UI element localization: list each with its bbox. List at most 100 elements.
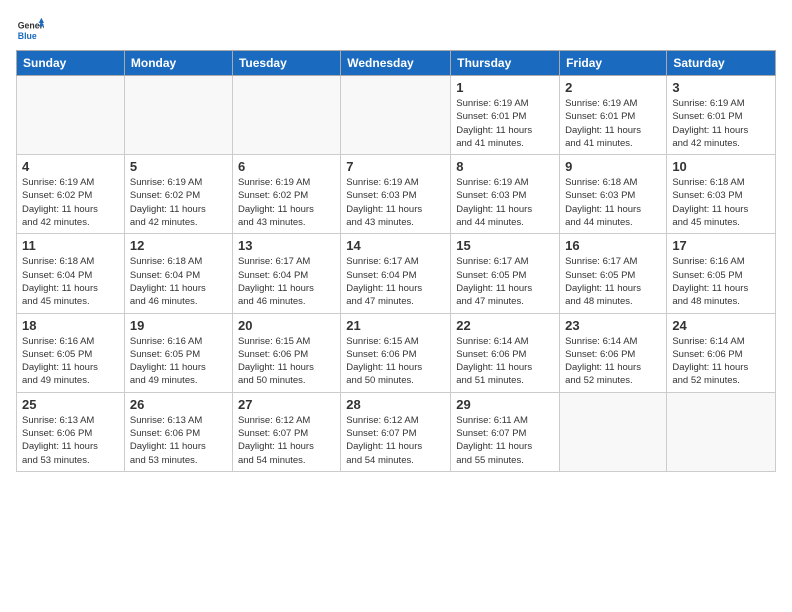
day-info: Sunrise: 6:19 AMSunset: 6:01 PMDaylight:… — [456, 97, 554, 150]
weekday-header-monday: Monday — [124, 51, 232, 76]
day-cell — [124, 76, 232, 155]
day-number: 10 — [672, 159, 770, 174]
day-number: 24 — [672, 318, 770, 333]
day-number: 1 — [456, 80, 554, 95]
day-info: Sunrise: 6:14 AMSunset: 6:06 PMDaylight:… — [672, 335, 770, 388]
day-number: 3 — [672, 80, 770, 95]
day-cell: 1 Sunrise: 6:19 AMSunset: 6:01 PMDaylight… — [451, 76, 560, 155]
day-number: 4 — [22, 159, 119, 174]
day-cell — [232, 76, 340, 155]
day-cell: 26 Sunrise: 6:13 AMSunset: 6:06 PMDayligh… — [124, 392, 232, 471]
day-cell: 3 Sunrise: 6:19 AMSunset: 6:01 PMDaylight… — [667, 76, 776, 155]
day-number: 2 — [565, 80, 661, 95]
weekday-header-thursday: Thursday — [451, 51, 560, 76]
day-number: 7 — [346, 159, 445, 174]
day-info: Sunrise: 6:12 AMSunset: 6:07 PMDaylight:… — [238, 414, 335, 467]
day-info: Sunrise: 6:16 AMSunset: 6:05 PMDaylight:… — [130, 335, 227, 388]
day-cell: 8 Sunrise: 6:19 AMSunset: 6:03 PMDaylight… — [451, 155, 560, 234]
weekday-header-tuesday: Tuesday — [232, 51, 340, 76]
day-info: Sunrise: 6:18 AMSunset: 6:03 PMDaylight:… — [672, 176, 770, 229]
weekday-header-saturday: Saturday — [667, 51, 776, 76]
day-number: 11 — [22, 238, 119, 253]
header: General Blue — [16, 16, 776, 44]
day-info: Sunrise: 6:17 AMSunset: 6:04 PMDaylight:… — [346, 255, 445, 308]
week-row-1: 1 Sunrise: 6:19 AMSunset: 6:01 PMDaylight… — [17, 76, 776, 155]
week-row-4: 18 Sunrise: 6:16 AMSunset: 6:05 PMDayligh… — [17, 313, 776, 392]
day-number: 16 — [565, 238, 661, 253]
day-info: Sunrise: 6:11 AMSunset: 6:07 PMDaylight:… — [456, 414, 554, 467]
day-cell: 25 Sunrise: 6:13 AMSunset: 6:06 PMDayligh… — [17, 392, 125, 471]
day-cell: 28 Sunrise: 6:12 AMSunset: 6:07 PMDayligh… — [341, 392, 451, 471]
day-info: Sunrise: 6:18 AMSunset: 6:04 PMDaylight:… — [22, 255, 119, 308]
day-info: Sunrise: 6:14 AMSunset: 6:06 PMDaylight:… — [456, 335, 554, 388]
day-number: 13 — [238, 238, 335, 253]
day-info: Sunrise: 6:19 AMSunset: 6:03 PMDaylight:… — [346, 176, 445, 229]
day-number: 14 — [346, 238, 445, 253]
day-info: Sunrise: 6:16 AMSunset: 6:05 PMDaylight:… — [672, 255, 770, 308]
day-info: Sunrise: 6:13 AMSunset: 6:06 PMDaylight:… — [22, 414, 119, 467]
day-number: 29 — [456, 397, 554, 412]
day-cell: 20 Sunrise: 6:15 AMSunset: 6:06 PMDayligh… — [232, 313, 340, 392]
day-number: 17 — [672, 238, 770, 253]
weekday-header-wednesday: Wednesday — [341, 51, 451, 76]
day-number: 23 — [565, 318, 661, 333]
day-cell: 24 Sunrise: 6:14 AMSunset: 6:06 PMDayligh… — [667, 313, 776, 392]
day-cell: 14 Sunrise: 6:17 AMSunset: 6:04 PMDayligh… — [341, 234, 451, 313]
day-cell: 11 Sunrise: 6:18 AMSunset: 6:04 PMDayligh… — [17, 234, 125, 313]
day-cell — [560, 392, 667, 471]
day-cell: 12 Sunrise: 6:18 AMSunset: 6:04 PMDayligh… — [124, 234, 232, 313]
day-cell: 19 Sunrise: 6:16 AMSunset: 6:05 PMDayligh… — [124, 313, 232, 392]
day-info: Sunrise: 6:19 AMSunset: 6:03 PMDaylight:… — [456, 176, 554, 229]
day-number: 25 — [22, 397, 119, 412]
day-info: Sunrise: 6:13 AMSunset: 6:06 PMDaylight:… — [130, 414, 227, 467]
day-info: Sunrise: 6:19 AMSunset: 6:01 PMDaylight:… — [565, 97, 661, 150]
day-cell: 16Sunrise: 6:17 AMSunset: 6:05 PMDayligh… — [560, 234, 667, 313]
day-number: 28 — [346, 397, 445, 412]
logo: General Blue — [16, 16, 46, 44]
week-row-5: 25 Sunrise: 6:13 AMSunset: 6:06 PMDayligh… — [17, 392, 776, 471]
day-info: Sunrise: 6:15 AMSunset: 6:06 PMDaylight:… — [238, 335, 335, 388]
day-cell: 4Sunrise: 6:19 AMSunset: 6:02 PMDaylight… — [17, 155, 125, 234]
day-cell: 23Sunrise: 6:14 AMSunset: 6:06 PMDayligh… — [560, 313, 667, 392]
calendar: SundayMondayTuesdayWednesdayThursdayFrid… — [16, 50, 776, 472]
day-cell: 2 Sunrise: 6:19 AMSunset: 6:01 PMDaylight… — [560, 76, 667, 155]
day-info: Sunrise: 6:19 AMSunset: 6:02 PMDaylight:… — [130, 176, 227, 229]
day-number: 22 — [456, 318, 554, 333]
logo-icon: General Blue — [16, 16, 44, 44]
day-info: Sunrise: 6:16 AMSunset: 6:05 PMDaylight:… — [22, 335, 119, 388]
day-number: 20 — [238, 318, 335, 333]
day-cell: 9Sunrise: 6:18 AMSunset: 6:03 PMDaylight… — [560, 155, 667, 234]
day-cell: 5Sunrise: 6:19 AMSunset: 6:02 PMDaylight… — [124, 155, 232, 234]
day-info: Sunrise: 6:17 AMSunset: 6:04 PMDaylight:… — [238, 255, 335, 308]
day-cell — [17, 76, 125, 155]
day-cell: 27 Sunrise: 6:12 AMSunset: 6:07 PMDayligh… — [232, 392, 340, 471]
day-cell: 15 Sunrise: 6:17 AMSunset: 6:05 PMDayligh… — [451, 234, 560, 313]
day-info: Sunrise: 6:19 AMSunset: 6:01 PMDaylight:… — [672, 97, 770, 150]
weekday-header-sunday: Sunday — [17, 51, 125, 76]
day-number: 15 — [456, 238, 554, 253]
day-number: 26 — [130, 397, 227, 412]
day-cell: 13 Sunrise: 6:17 AMSunset: 6:04 PMDayligh… — [232, 234, 340, 313]
day-cell: 6 Sunrise: 6:19 AMSunset: 6:02 PMDaylight… — [232, 155, 340, 234]
day-cell: 22 Sunrise: 6:14 AMSunset: 6:06 PMDayligh… — [451, 313, 560, 392]
day-info: Sunrise: 6:15 AMSunset: 6:06 PMDaylight:… — [346, 335, 445, 388]
day-cell: 21Sunrise: 6:15 AMSunset: 6:06 PMDayligh… — [341, 313, 451, 392]
day-cell: 18 Sunrise: 6:16 AMSunset: 6:05 PMDayligh… — [17, 313, 125, 392]
day-cell: 10 Sunrise: 6:18 AMSunset: 6:03 PMDayligh… — [667, 155, 776, 234]
day-number: 9 — [565, 159, 661, 174]
weekday-header-friday: Friday — [560, 51, 667, 76]
day-number: 19 — [130, 318, 227, 333]
day-cell: 17 Sunrise: 6:16 AMSunset: 6:05 PMDayligh… — [667, 234, 776, 313]
day-number: 12 — [130, 238, 227, 253]
day-number: 27 — [238, 397, 335, 412]
day-number: 18 — [22, 318, 119, 333]
week-row-2: 4 Sunrise: 6:19 AMSunset: 6:02 PMDaylight… — [17, 155, 776, 234]
day-info: Sunrise: 6:17 AMSunset: 6:05 PMDaylight:… — [456, 255, 554, 308]
day-info: Sunrise: 6:18 AMSunset: 6:04 PMDaylight:… — [130, 255, 227, 308]
day-info: Sunrise: 6:19 AMSunset: 6:02 PMDaylight:… — [238, 176, 335, 229]
day-number: 8 — [456, 159, 554, 174]
svg-text:Blue: Blue — [18, 31, 37, 41]
day-cell: 29 Sunrise: 6:11 AMSunset: 6:07 PMDayligh… — [451, 392, 560, 471]
day-info: Sunrise: 6:12 AMSunset: 6:07 PMDaylight:… — [346, 414, 445, 467]
day-number: 6 — [238, 159, 335, 174]
